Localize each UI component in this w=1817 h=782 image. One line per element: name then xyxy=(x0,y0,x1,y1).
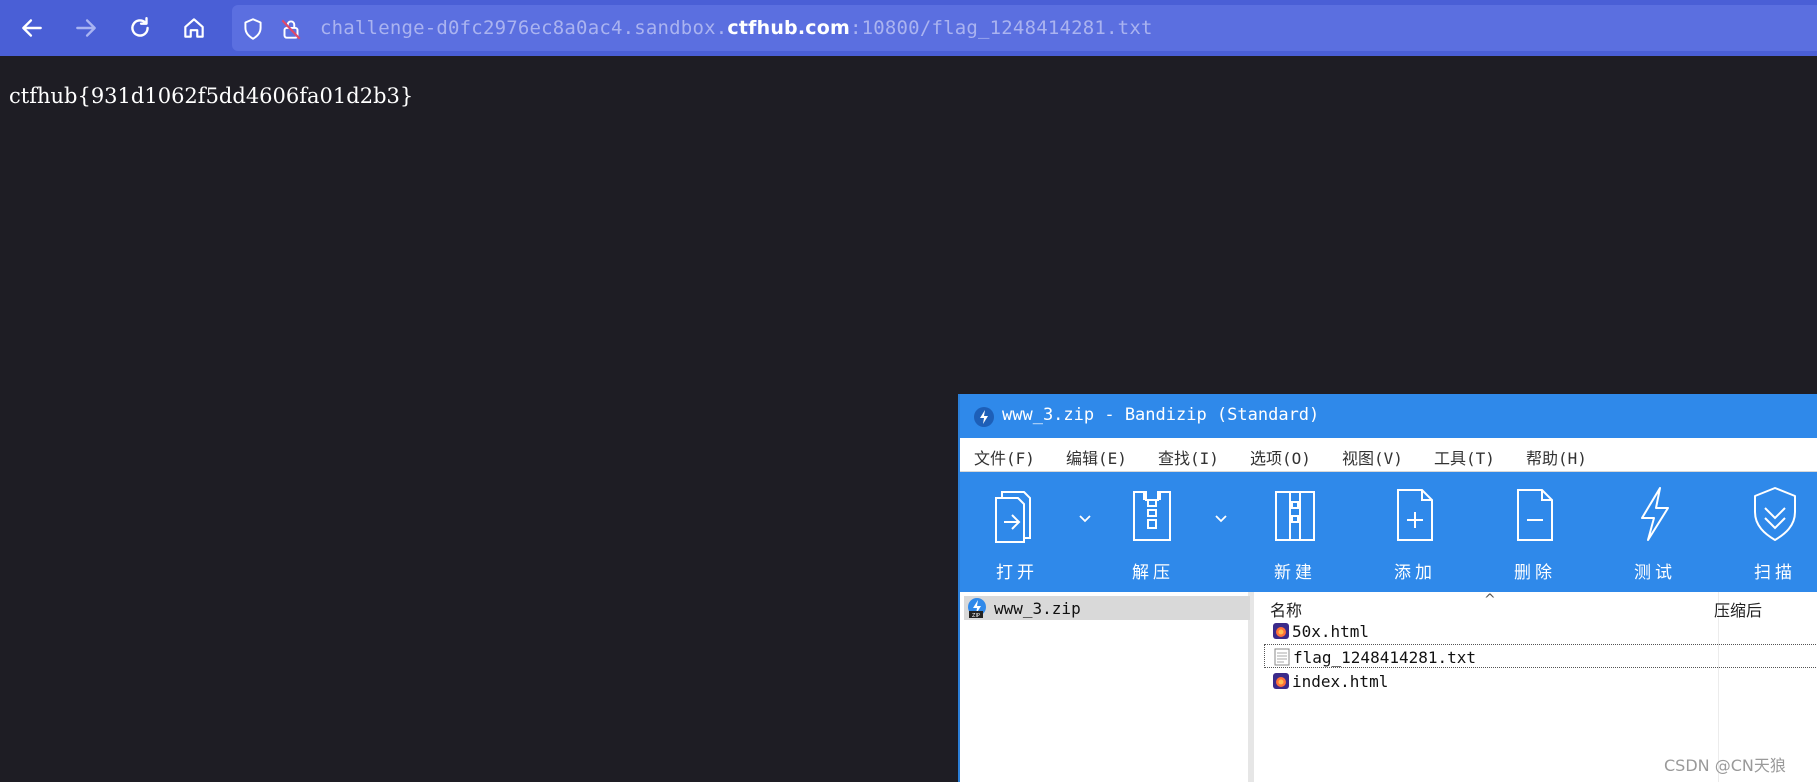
forward-button[interactable] xyxy=(66,8,106,48)
tree-item-label: www_3.zip xyxy=(994,599,1081,618)
text-file-icon xyxy=(1274,648,1290,666)
file-row[interactable]: index.html xyxy=(1264,669,1817,693)
add-file-icon xyxy=(1397,489,1433,541)
bandizip-logo-icon xyxy=(974,407,994,427)
html-file-icon xyxy=(1273,673,1289,689)
watermark-text: CSDN @CN天狼 xyxy=(1664,756,1786,775)
shield-icon[interactable] xyxy=(240,16,266,42)
html-file-icon xyxy=(1273,623,1289,639)
add-button[interactable]: 添加 xyxy=(1370,472,1460,592)
arrow-left-icon xyxy=(22,19,42,37)
menu-help[interactable]: 帮助(H) xyxy=(1526,445,1587,469)
toolbar-ribbon: 打开 解压 新建 添加 删除 测试 扫描 xyxy=(960,472,1817,592)
tree-item-archive[interactable]: ZIP www_3.zip xyxy=(964,596,1250,620)
test-button[interactable]: 测试 xyxy=(1610,472,1700,592)
file-name: index.html xyxy=(1292,672,1389,691)
reload-button[interactable] xyxy=(120,8,160,48)
home-icon xyxy=(184,18,204,38)
scan-label: 扫描 xyxy=(1754,563,1796,583)
menu-bar: 文件(F) 编辑(E) 查找(I) 选项(O) 视图(V) 工具(T) 帮助(H… xyxy=(960,438,1817,472)
file-name: flag_1248414281.txt xyxy=(1293,648,1477,667)
open-icon xyxy=(995,491,1031,543)
lightning-icon xyxy=(1641,487,1669,541)
chevron-down-icon[interactable] xyxy=(1075,508,1095,528)
folder-tree-pane: ZIP www_3.zip xyxy=(960,592,1254,782)
back-button[interactable] xyxy=(12,8,52,48)
column-header-compressed[interactable]: 压缩后 xyxy=(1714,597,1762,621)
browser-toolbar: challenge-d0fc2976ec8a0ac4.sandbox.ctfhu… xyxy=(0,0,1817,56)
url-text[interactable]: challenge-d0fc2976ec8a0ac4.sandbox.ctfhu… xyxy=(320,17,1153,39)
menu-edit[interactable]: 编辑(E) xyxy=(1066,445,1127,469)
window-title: www_3.zip - Bandizip (Standard) xyxy=(1002,405,1320,425)
delete-label: 删除 xyxy=(1514,563,1556,583)
chevron-down-icon[interactable] xyxy=(1211,508,1231,528)
url-domain: ctfhub.com xyxy=(727,17,850,39)
extract-icon xyxy=(1133,491,1171,541)
bandizip-title-bar[interactable]: www_3.zip - Bandizip (Standard) xyxy=(960,394,1817,438)
zip-archive-icon: ZIP xyxy=(968,598,986,619)
home-button[interactable] xyxy=(174,8,214,48)
url-bar[interactable]: challenge-d0fc2976ec8a0ac4.sandbox.ctfhu… xyxy=(232,5,1817,51)
file-name: 50x.html xyxy=(1292,622,1370,641)
test-label: 测试 xyxy=(1634,563,1676,583)
menu-tools[interactable]: 工具(T) xyxy=(1434,445,1495,469)
column-header-name[interactable]: 名称 xyxy=(1270,597,1302,621)
page-text-content: ctfhub{931d1062f5dd4606fa01d2b3} xyxy=(9,84,414,108)
reload-icon xyxy=(131,17,149,37)
file-row[interactable]: flag_1248414281.txt xyxy=(1264,644,1817,668)
menu-view[interactable]: 视图(V) xyxy=(1342,445,1403,469)
shield-check-icon xyxy=(1754,487,1796,541)
url-prefix: challenge-d0fc2976ec8a0ac4.sandbox. xyxy=(320,17,728,39)
new-archive-icon xyxy=(1275,491,1315,541)
menu-find[interactable]: 查找(I) xyxy=(1158,445,1219,469)
scan-button[interactable]: 扫描 xyxy=(1730,472,1817,592)
new-button[interactable]: 新建 xyxy=(1250,472,1340,592)
arrow-right-icon xyxy=(76,19,96,37)
menu-options[interactable]: 选项(O) xyxy=(1250,445,1311,469)
menu-file[interactable]: 文件(F) xyxy=(974,445,1035,469)
open-button[interactable]: 打开 xyxy=(972,472,1062,592)
delete-button[interactable]: 删除 xyxy=(1490,472,1580,592)
url-suffix: :10800/flag_1248414281.txt xyxy=(849,17,1153,39)
sort-ascending-icon: ^ xyxy=(1484,592,1496,608)
extract-label: 解压 xyxy=(1132,563,1174,583)
svg-text:ZIP: ZIP xyxy=(972,613,980,619)
add-label: 添加 xyxy=(1394,563,1436,583)
extract-button[interactable]: 解压 xyxy=(1108,472,1198,592)
new-label: 新建 xyxy=(1274,563,1316,583)
delete-file-icon xyxy=(1517,489,1553,541)
open-label: 打开 xyxy=(996,563,1038,583)
file-row[interactable]: 50x.html xyxy=(1264,619,1817,643)
insecure-lock-icon[interactable] xyxy=(278,16,304,42)
bandizip-window: www_3.zip - Bandizip (Standard) 文件(F) 编辑… xyxy=(958,394,1817,782)
